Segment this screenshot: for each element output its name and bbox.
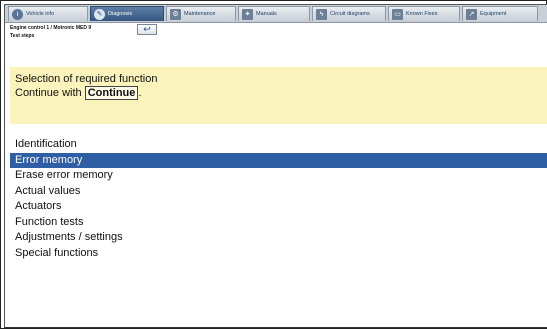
tab-equipment[interactable]: ↗ Equipment: [462, 6, 538, 21]
tab-label: Maintenance: [184, 11, 216, 17]
list-item[interactable]: Actual values: [10, 184, 547, 200]
list-item[interactable]: Identification: [10, 137, 547, 153]
instruction-line-1: Selection of required function: [15, 73, 158, 85]
list-item[interactable]: Actuators: [10, 199, 547, 215]
tab-label: Equipment: [480, 11, 507, 17]
gears-icon: ⚙: [170, 8, 181, 20]
tab-label: Manuals: [256, 11, 277, 17]
monitor-icon: ▭: [392, 8, 403, 20]
continue-button[interactable]: Continue: [84, 86, 139, 100]
list-item[interactable]: Special functions: [10, 246, 547, 262]
bottom-border: [5, 327, 547, 328]
list-item-selected[interactable]: Error memory: [10, 152, 547, 168]
tab-maintenance[interactable]: ⚙ Maintenance: [166, 6, 236, 21]
instruction-prefix: Continue with: [15, 87, 82, 99]
info-icon: i: [12, 8, 23, 20]
lightning-icon: ϟ: [316, 8, 327, 20]
function-list: Identification Error memory Erase error …: [10, 137, 547, 261]
list-item[interactable]: Erase error memory: [10, 168, 547, 184]
tab-known-fixes[interactable]: ▭ Known Fixes: [388, 6, 460, 21]
list-item[interactable]: Adjustments / settings: [10, 230, 547, 246]
app-panel: i Vehicle info ✎ Diagnosis ⚙ Maintenance…: [4, 4, 547, 328]
external-link-icon: ↗: [466, 8, 477, 20]
context-breadcrumb: Engine control 1 / Motronic MED 9 Test s…: [10, 24, 91, 40]
back-button[interactable]: ↩: [137, 24, 157, 35]
list-item[interactable]: Function tests: [10, 215, 547, 231]
tab-diagnosis[interactable]: ✎ Diagnosis: [90, 6, 164, 21]
tab-manuals[interactable]: ✦ Manuals: [238, 6, 310, 21]
context-line-2: Test steps: [10, 33, 35, 39]
tab-label: Diagnosis: [108, 11, 133, 17]
return-arrow-icon: ↩: [143, 24, 151, 34]
instruction-panel: Selection of required function Continue …: [10, 67, 547, 124]
tab-label: Vehicle info: [26, 11, 55, 17]
context-line-1: Engine control 1 / Motronic MED 9: [10, 25, 92, 31]
tab-vehicle-info[interactable]: i Vehicle info: [8, 6, 88, 21]
wrench-icon: ✦: [242, 8, 253, 20]
tab-bar: i Vehicle info ✎ Diagnosis ⚙ Maintenance…: [5, 5, 547, 23]
tab-circuit-diagrams[interactable]: ϟ Circuit diagrams: [312, 6, 386, 21]
instruction-line-2: Continue with Continue.: [15, 86, 547, 100]
tab-label: Known Fixes: [406, 11, 438, 17]
instruction-suffix: .: [138, 87, 142, 99]
stethoscope-icon: ✎: [94, 8, 105, 20]
tab-label: Circuit diagrams: [330, 11, 370, 17]
